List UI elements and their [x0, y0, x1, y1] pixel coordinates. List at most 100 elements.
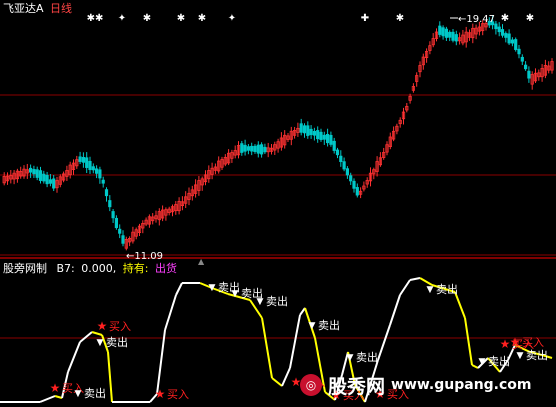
candle-body: [444, 28, 449, 38]
signal-mark: ✱: [143, 13, 151, 24]
stock-chart-canvas: ✱✱✦✱✱✱✦✚✱✱✱ ←19.47←11.09▲ ★买入★买入★买入★买入★买…: [0, 13, 556, 403]
indicator-segment: [175, 282, 183, 296]
sell-label: 卖出: [526, 348, 548, 362]
indicator-segment: [156, 329, 166, 395]
candle-body: [335, 149, 340, 156]
candle-body: [95, 168, 99, 174]
buy-label: 买入: [167, 388, 189, 401]
indicator-segment: [164, 294, 177, 331]
candle-body: [329, 134, 333, 145]
candlesticks: [2, 15, 554, 251]
candle-body: [35, 169, 39, 178]
signal-mark: ✦: [118, 13, 126, 24]
sell-triangle-icon: ▼: [427, 285, 434, 295]
candle-body: [517, 48, 521, 55]
candle-body: [108, 200, 112, 208]
candle-body: [243, 144, 247, 152]
sell-triangle-icon: ▼: [309, 321, 316, 331]
candle-body: [312, 130, 317, 136]
stock-name: 飞亚达A: [3, 2, 44, 15]
cursor-marker: ▲: [198, 257, 205, 266]
buy-star-icon: ★: [50, 381, 61, 395]
candle-body: [28, 167, 33, 173]
sell-triangle-icon: ▼: [517, 351, 524, 361]
hold-label: 持有:: [122, 262, 149, 275]
chart-header: 飞亚达A 日线: [3, 2, 72, 15]
candle-body: [494, 23, 498, 30]
indicator-segment: [399, 279, 411, 296]
sell-label: 卖出: [106, 335, 128, 349]
period-label: 日线: [50, 2, 73, 15]
watermark-url: www.gupang.com: [391, 377, 532, 393]
candle-body: [111, 211, 115, 219]
sell-label: 卖出: [318, 318, 340, 332]
watermark: ◎ 股秀网 www.gupang.com: [300, 370, 532, 400]
buy-star-icon: ★: [510, 335, 521, 349]
indicator-segment: [464, 317, 473, 366]
sell-triangle-icon: ▼: [75, 389, 82, 399]
candle-body: [263, 146, 267, 153]
candle-body: [259, 144, 264, 155]
candle-body: [78, 156, 82, 162]
signal-mark: ✦: [228, 13, 236, 24]
indicator-segment: [271, 377, 283, 387]
candle-body: [85, 157, 89, 168]
candle-body: [42, 173, 46, 182]
sell-label: 卖出: [266, 294, 288, 308]
candle-body: [342, 161, 346, 170]
sell-triangle-icon: ▼: [257, 297, 264, 307]
sell-triangle-icon: ▼: [347, 353, 354, 363]
signal-mark: ✱: [396, 13, 404, 24]
sell-label: 卖出: [488, 354, 510, 368]
globe-icon: ◎: [300, 374, 322, 396]
hold-value: 出货: [154, 262, 177, 275]
sell-triangle-icon: ▼: [232, 289, 239, 299]
buy-label: 买入: [522, 336, 544, 349]
indicator-segment: [289, 314, 301, 369]
candle-body: [527, 70, 531, 79]
candle-body: [332, 140, 336, 151]
signal-mark: ✱: [177, 13, 185, 24]
candle-body: [504, 33, 508, 38]
candle-body: [448, 31, 452, 38]
indicator-segment: [299, 307, 306, 316]
candle-body: [253, 145, 257, 152]
candle-body: [355, 187, 359, 196]
candle-body: [454, 34, 458, 42]
indicator-segment: [471, 364, 479, 369]
candle-body: [48, 179, 53, 184]
buy-star-icon: ★: [155, 387, 166, 401]
candle-body: [352, 180, 356, 189]
watermark-name: 股秀网: [328, 375, 386, 398]
candle-body: [250, 145, 254, 152]
candle-body: [98, 169, 102, 179]
buy-label: 买入: [109, 320, 131, 333]
sell-triangle-icon: ▼: [97, 338, 104, 348]
sell-triangle-icon: ▼: [209, 283, 216, 293]
candle-body: [256, 144, 260, 154]
candle-body: [520, 56, 524, 62]
indicator-header: 股旁网制 B7: 0.000, 持有: 出货: [3, 262, 177, 275]
candle-body: [514, 39, 518, 50]
sell-triangle-icon: ▼: [479, 357, 486, 367]
candle-body: [81, 157, 85, 163]
candle-body: [349, 175, 353, 182]
indicator-segment: [389, 294, 401, 326]
indicator-segment: [261, 317, 273, 379]
candle-body: [316, 130, 320, 140]
buy-star-icon: ★: [97, 319, 108, 333]
indicator-segment: [419, 277, 433, 286]
high-low-labels: ←19.47 ←11.09 ▲: [126, 14, 495, 266]
candle-body: [507, 33, 511, 44]
candle-body: [345, 168, 350, 176]
signal-mark: ✱✱: [87, 13, 104, 24]
candle-body: [88, 160, 92, 170]
indicator-segment: [377, 324, 391, 361]
indicator-segment: [107, 351, 113, 403]
signal-mark: ✱: [526, 13, 534, 24]
candle-body: [524, 64, 528, 70]
candle-body: [240, 143, 244, 153]
candle-body: [118, 228, 122, 234]
b7-value: 0.000,: [81, 262, 117, 275]
candle-body: [38, 170, 43, 181]
